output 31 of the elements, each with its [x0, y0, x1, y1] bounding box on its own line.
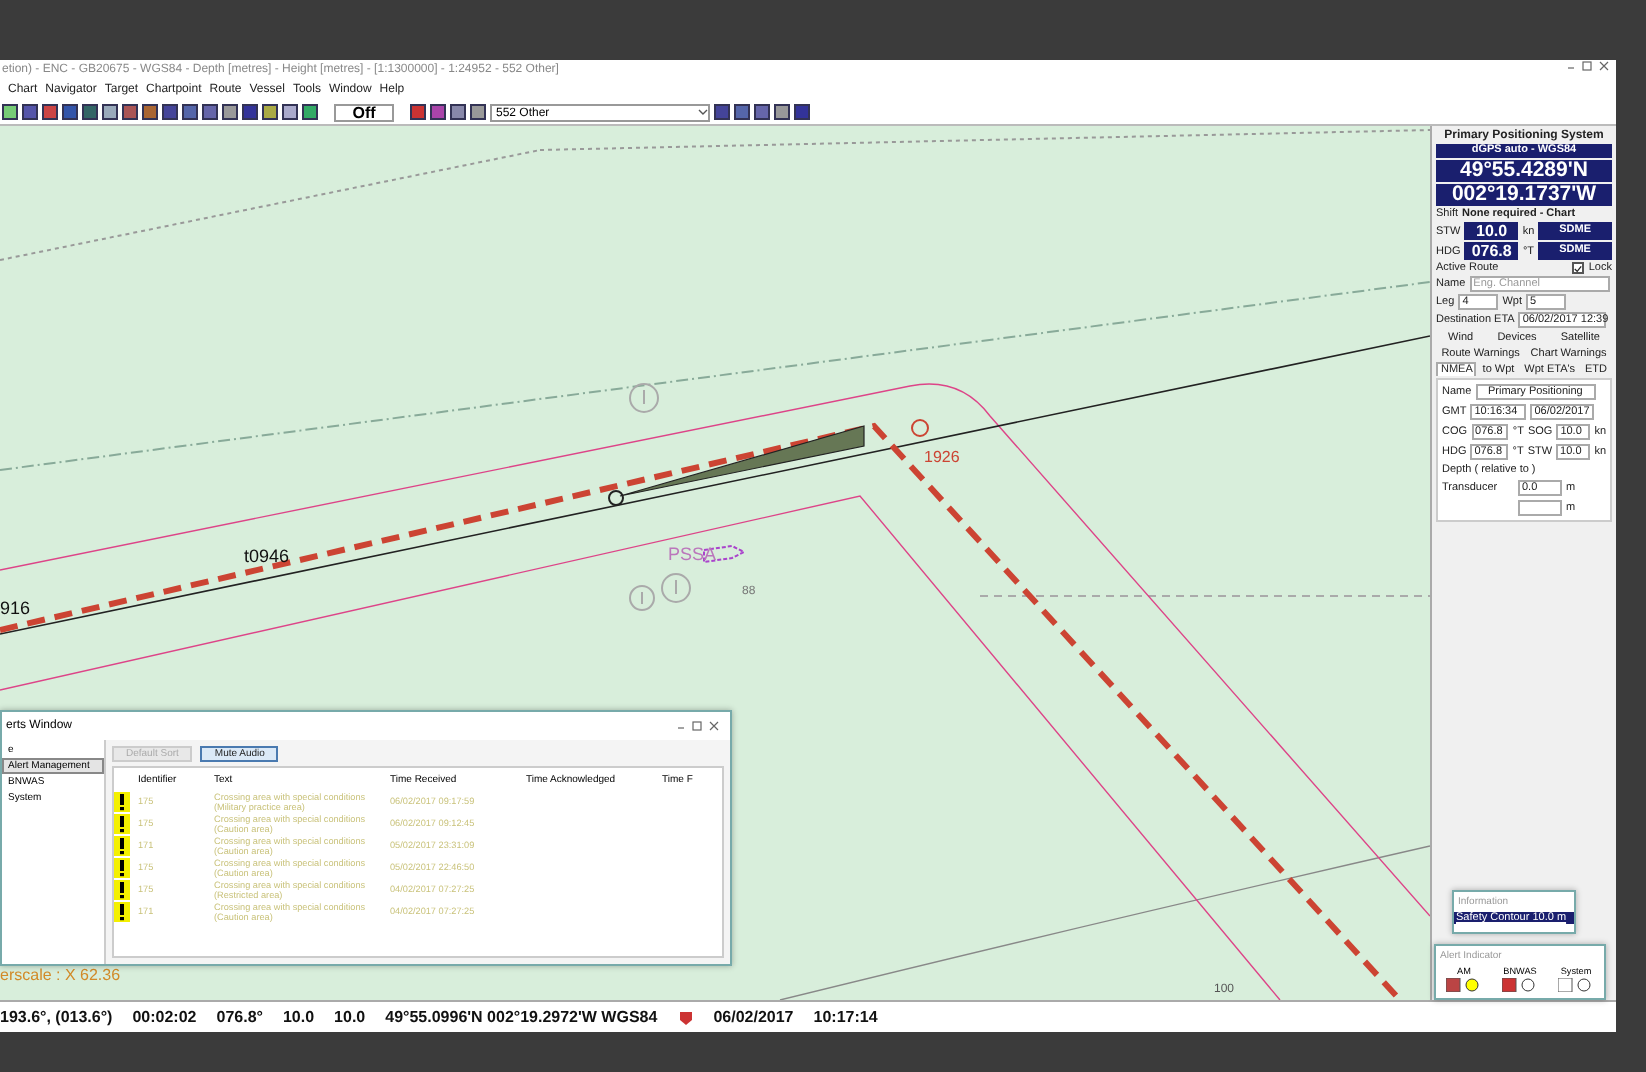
alert-status-icon[interactable]: [1446, 978, 1482, 992]
status-value: 10.0: [282, 1008, 315, 1026]
overscale-text: erscale : X 62.36: [0, 966, 121, 984]
latitude-display: 49°55.4289'N: [1436, 160, 1612, 182]
status-value: 10:17:14: [813, 1008, 878, 1026]
speed-value: 076.8: [1464, 242, 1519, 260]
speed-value: 10.0: [1464, 222, 1519, 240]
caret-icon: [698, 105, 708, 117]
status-value: 49°55.0996'N 002°19.2972'W WGS84: [385, 1008, 658, 1026]
window-controls-icon[interactable]: [1566, 60, 1610, 72]
shield-icon: [677, 1009, 694, 1025]
caution-symbol-icon: [661, 573, 691, 603]
position-marker-icon: [911, 419, 929, 437]
status-value: 10.0: [334, 1008, 366, 1026]
status-value: 076.8°: [216, 1008, 263, 1026]
status-value: 00:02:02: [132, 1008, 197, 1026]
caution-symbol-icon: [629, 585, 655, 611]
chart-label: PSSA: [668, 544, 717, 564]
mode-field[interactable]: Off: [334, 103, 394, 121]
chart-label: 1926: [924, 448, 960, 466]
alert-status-icon[interactable]: [1502, 978, 1538, 992]
alert-status-icon[interactable]: [1558, 978, 1594, 992]
status-value: 193.6°, (013.6°): [0, 1008, 113, 1026]
caution-symbol-icon: [629, 383, 659, 413]
status-value: 06/02/2017: [713, 1008, 794, 1026]
depth-field: [1518, 500, 1562, 516]
lock-checkbox[interactable]: [1572, 262, 1585, 274]
longitude-display: 002°19.1737'W: [1436, 184, 1612, 206]
chart-label: 916: [0, 598, 31, 618]
chart-label: t0946: [244, 546, 290, 566]
window-controls-icon[interactable]: [676, 720, 720, 732]
